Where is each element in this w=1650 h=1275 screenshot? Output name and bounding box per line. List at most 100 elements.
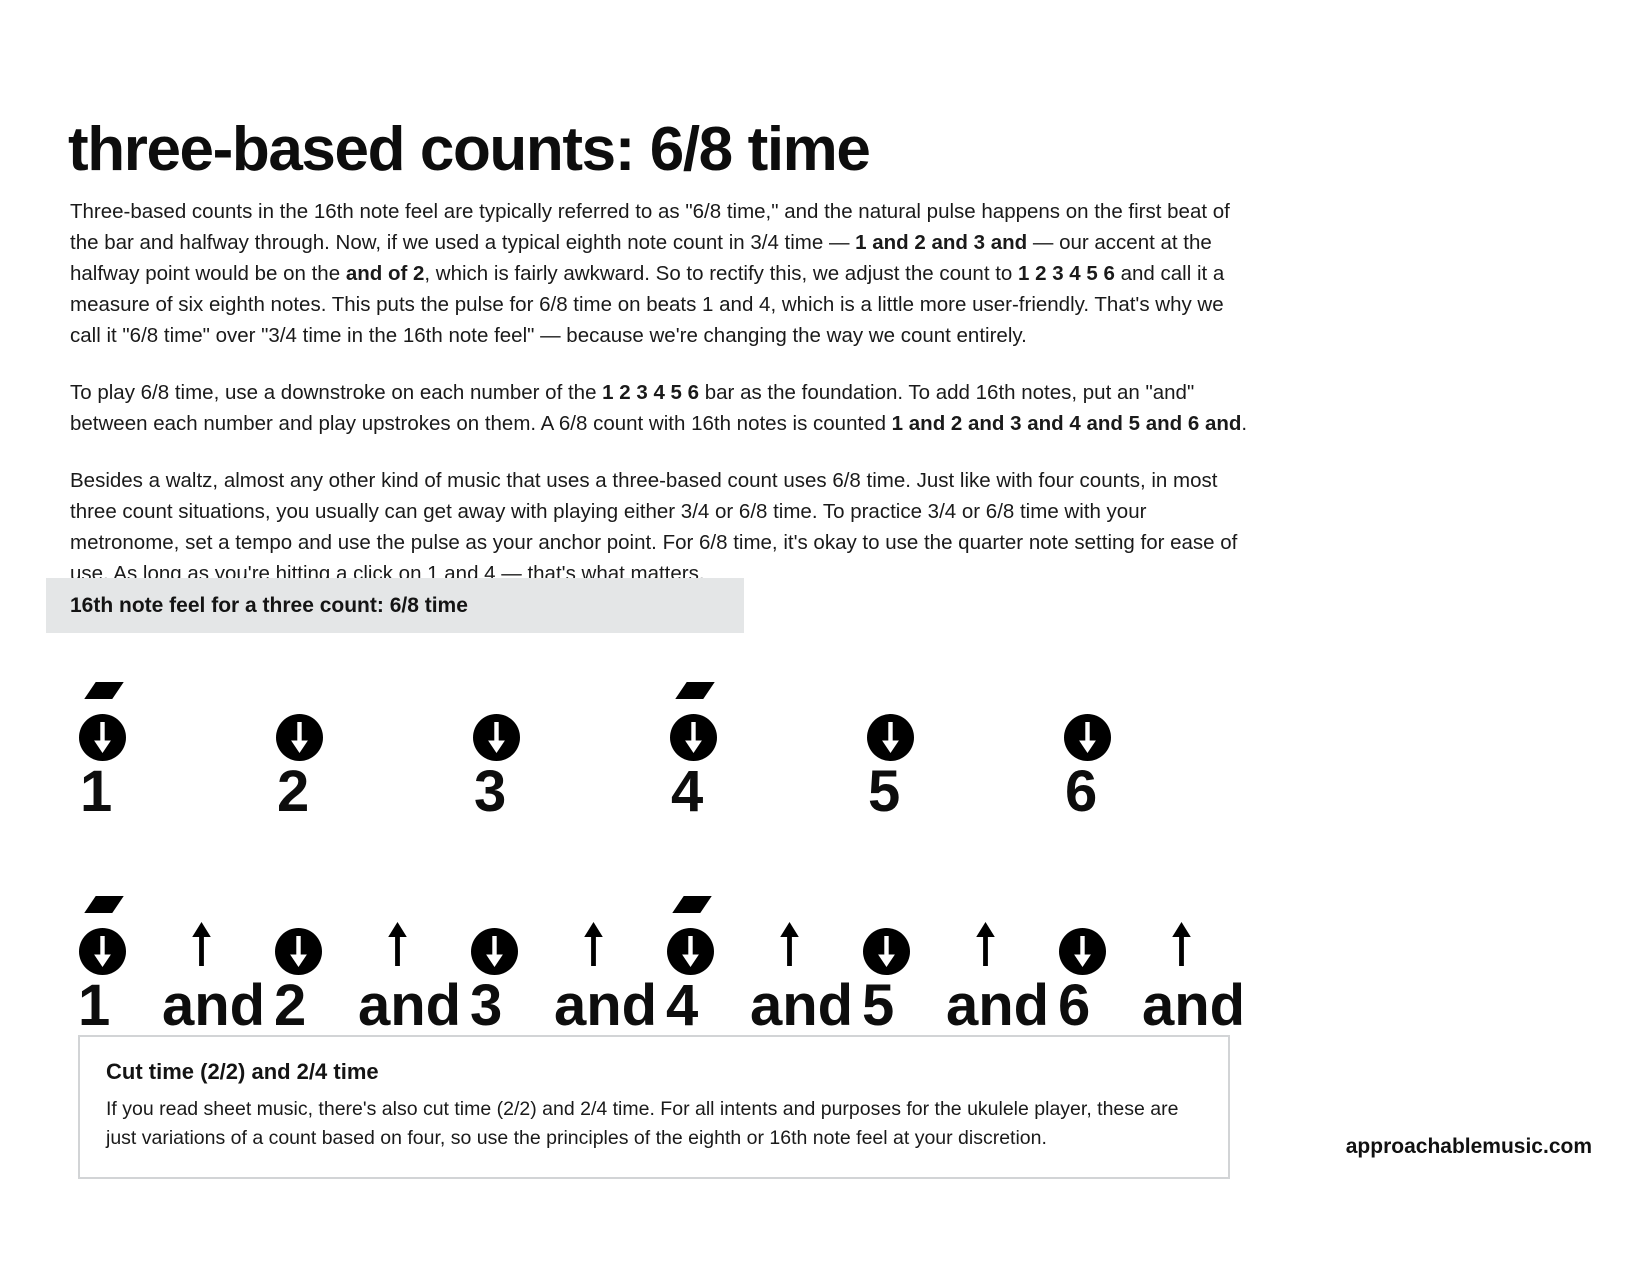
beat-count-label: 1 — [80, 759, 113, 824]
downstroke-arrow-icon — [1059, 928, 1106, 975]
beat-slot-eighth-row-6: 4 — [650, 869, 748, 1035]
accent-area — [456, 655, 653, 701]
upstroke-arrow-icon — [972, 922, 999, 971]
accent-area — [846, 869, 944, 915]
text-run: To play 6/8 time, use a downstroke on ea… — [70, 381, 603, 404]
beat-slot-eighth-row-4: 3 — [454, 869, 552, 1035]
page-title: three-based counts: 6/8 time — [68, 114, 871, 184]
beat-slot-quarter-row-0: 1 — [62, 655, 259, 821]
beat-count-label: and — [358, 973, 462, 1038]
beat-slot-eighth-row-9: and — [944, 869, 1049, 1035]
stroke-area — [356, 915, 454, 977]
accent-area — [850, 655, 1047, 701]
beat-slot-eighth-row-0: 1 — [62, 869, 160, 1035]
accent-mark-icon — [84, 682, 124, 699]
beat-slot-eighth-row-8: 5 — [846, 869, 944, 1035]
beat-count-label: 2 — [274, 973, 307, 1038]
beat-count-label: 5 — [862, 973, 895, 1038]
accent-area — [62, 869, 160, 915]
accent-area — [454, 869, 552, 915]
notation-row-quarter-row: 1 2 3 4 5 6 — [62, 655, 1262, 821]
beat-count-label: 4 — [671, 759, 704, 824]
emphasized-count: 1 and 2 and 3 and 4 and 5 and 6 and — [891, 412, 1242, 435]
beat-slot-eighth-row-2: 2 — [258, 869, 356, 1035]
stroke-area — [62, 915, 160, 977]
beat-count-label: 4 — [666, 973, 699, 1038]
stroke-area — [62, 701, 259, 763]
section-header-label: 16th note feel for a three count: 6/8 ti… — [70, 593, 468, 617]
stroke-area — [454, 915, 552, 977]
downstroke-arrow-icon — [670, 714, 717, 761]
downstroke-arrow-icon — [79, 928, 126, 975]
beat-count-label: and — [946, 973, 1050, 1038]
stroke-area — [552, 915, 650, 977]
beat-slot-eighth-row-5: and — [552, 869, 657, 1035]
beat-count-label: 6 — [1058, 973, 1091, 1038]
emphasized-count: and of 2 — [345, 262, 425, 285]
downstroke-arrow-icon — [276, 714, 323, 761]
accent-mark-icon — [675, 682, 715, 699]
accent-mark-icon — [84, 896, 124, 913]
upstroke-arrow-icon — [1168, 922, 1195, 971]
upstroke-arrow-icon — [776, 922, 803, 971]
upstroke-arrow-icon — [384, 922, 411, 971]
notation-row-eighth-row: 1 and 2 and 3 and 4 and 5 and 6 and — [62, 869, 1262, 1035]
downstroke-arrow-icon — [1064, 714, 1111, 761]
accent-area — [1140, 869, 1238, 915]
beat-slot-quarter-row-1: 2 — [259, 655, 456, 821]
callout-body: If you read sheet music, there's also cu… — [106, 1098, 1179, 1149]
emphasized-count: 1 2 3 4 5 6 — [1018, 262, 1115, 285]
accent-mark-icon — [672, 896, 712, 913]
beat-slot-eighth-row-1: and — [160, 869, 265, 1035]
stroke-area — [650, 915, 748, 977]
stroke-area — [1047, 701, 1244, 763]
downstroke-arrow-icon — [863, 928, 910, 975]
downstroke-arrow-icon — [79, 714, 126, 761]
callout-title: Cut time (2/2) and 2/4 time — [106, 1059, 379, 1084]
beat-slot-quarter-row-5: 6 — [1047, 655, 1244, 821]
beat-slot-eighth-row-7: and — [748, 869, 853, 1035]
beat-count-label: 2 — [277, 759, 310, 824]
beat-count-label: 3 — [474, 759, 507, 824]
beat-count-label: 5 — [868, 759, 901, 824]
downstroke-arrow-icon — [471, 928, 518, 975]
beat-slot-quarter-row-3: 4 — [653, 655, 850, 821]
stroke-area — [846, 915, 944, 977]
accent-area — [259, 655, 456, 701]
stroke-area — [1042, 915, 1140, 977]
document-page: three-based counts: 6/8 time Three-based… — [0, 0, 1650, 1275]
beat-count-label: and — [162, 973, 266, 1038]
stroke-area — [1140, 915, 1238, 977]
stroke-area — [653, 701, 850, 763]
accent-area — [748, 869, 846, 915]
accent-area — [1042, 869, 1140, 915]
downstroke-arrow-icon — [667, 928, 714, 975]
beat-count-label: 6 — [1065, 759, 1098, 824]
accent-area — [356, 869, 454, 915]
downstroke-arrow-icon — [867, 714, 914, 761]
stroke-area — [259, 701, 456, 763]
paragraph-practice: Besides a waltz, almost any other kind o… — [70, 465, 1260, 589]
upstroke-arrow-icon — [188, 922, 215, 971]
stroke-area — [850, 701, 1047, 763]
beat-slot-eighth-row-11: and — [1140, 869, 1245, 1035]
stroke-area — [456, 701, 653, 763]
beat-count-label: and — [750, 973, 854, 1038]
paragraph-intro: Three-based counts in the 16th note feel… — [70, 196, 1260, 351]
stroke-area — [748, 915, 846, 977]
accent-area — [653, 655, 850, 701]
beat-slot-quarter-row-2: 3 — [456, 655, 653, 821]
text-run: , which is fairly awkward. So to rectify… — [424, 262, 1019, 285]
beat-count-label: and — [1142, 973, 1246, 1038]
beat-count-label: and — [554, 973, 658, 1038]
accent-area — [552, 869, 650, 915]
accent-area — [944, 869, 1042, 915]
downstroke-arrow-icon — [275, 928, 322, 975]
text-run: Besides a waltz, almost any other kind o… — [70, 469, 1238, 585]
beat-slot-quarter-row-4: 5 — [850, 655, 1047, 821]
beat-count-label: 1 — [78, 973, 111, 1038]
callout-box: Cut time (2/2) and 2/4 time If you read … — [78, 1035, 1230, 1179]
beat-slot-eighth-row-3: and — [356, 869, 461, 1035]
downstroke-arrow-icon — [473, 714, 520, 761]
footer-site-name: approachablemusic.com — [1345, 1135, 1592, 1158]
